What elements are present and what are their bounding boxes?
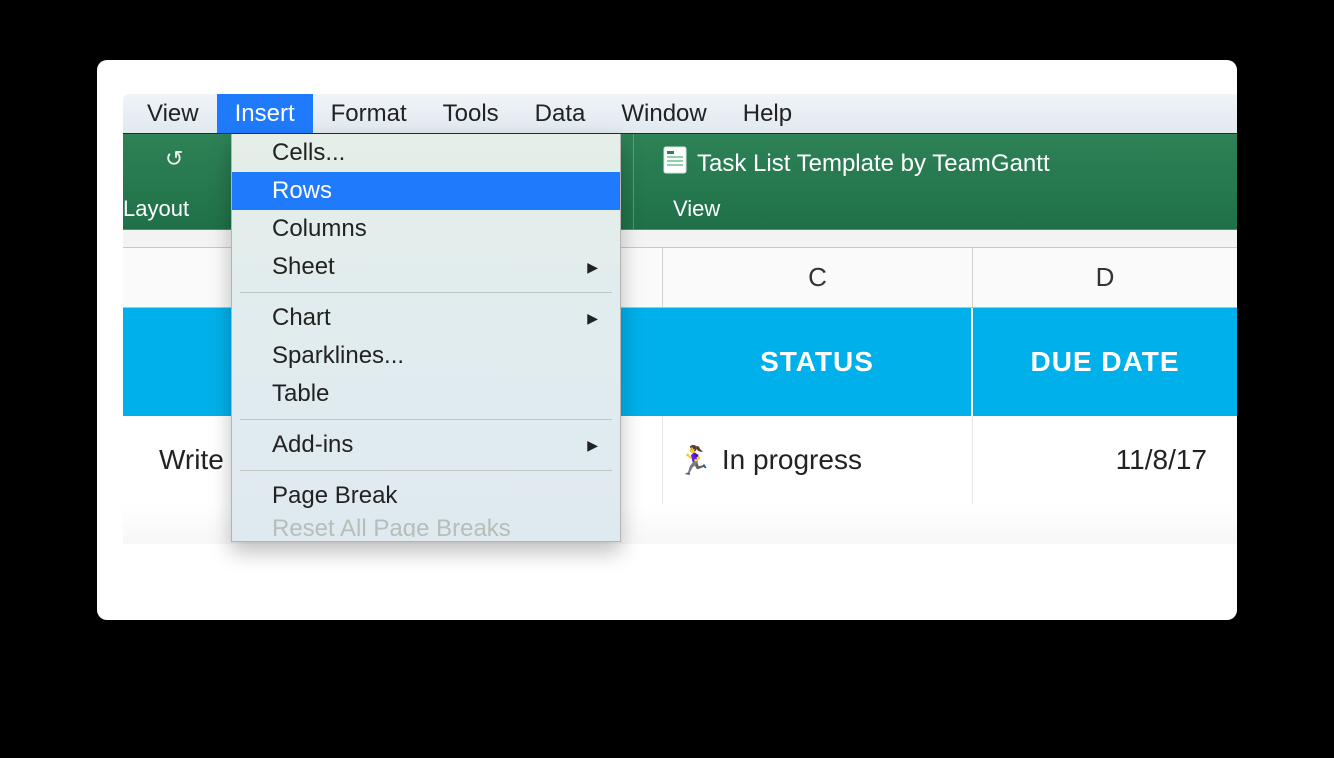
menu-item-sheet[interactable]: Sheet ▶: [232, 248, 620, 286]
menu-view[interactable]: View: [129, 94, 217, 133]
chevron-right-icon: ▶: [587, 259, 598, 276]
ribbon-separator: [633, 134, 634, 229]
insert-dropdown-menu: Cells... Rows Columns Sheet ▶ Chart ▶ Sp…: [231, 134, 621, 542]
chevron-right-icon: ▶: [587, 310, 598, 327]
menu-item-label: Rows: [272, 177, 332, 205]
menu-item-addins[interactable]: Add-ins ▶: [232, 426, 620, 464]
status-text: In progress: [722, 444, 862, 476]
chevron-right-icon: ▶: [587, 437, 598, 454]
menu-item-label: Table: [272, 380, 329, 408]
menu-item-label: Sparklines...: [272, 342, 404, 370]
table-header-status[interactable]: STATUS: [663, 308, 973, 416]
menu-item-label: Add-ins: [272, 431, 353, 459]
ribbon-tab-layout[interactable]: Layout: [123, 196, 189, 222]
excel-file-icon: [663, 146, 687, 181]
mac-menu-bar: View Insert Format Tools Data Window Hel…: [123, 94, 1237, 134]
menu-item-table[interactable]: Table: [232, 375, 620, 413]
menu-divider: [240, 470, 612, 471]
menu-tools[interactable]: Tools: [425, 94, 517, 133]
refresh-icon[interactable]: ↺: [165, 146, 183, 172]
column-header-d[interactable]: D: [973, 248, 1237, 307]
menu-item-label: Columns: [272, 215, 367, 243]
menu-divider: [240, 419, 612, 420]
menu-item-rows[interactable]: Rows: [232, 172, 620, 210]
cell-due-date[interactable]: 11/8/17: [973, 416, 1237, 504]
menu-data[interactable]: Data: [517, 94, 604, 133]
menu-format[interactable]: Format: [313, 94, 425, 133]
cell-status[interactable]: 🏃‍♀️ In progress: [663, 416, 973, 504]
menu-item-sparklines[interactable]: Sparklines...: [232, 337, 620, 375]
menu-item-chart[interactable]: Chart ▶: [232, 299, 620, 337]
menu-help[interactable]: Help: [725, 94, 810, 133]
app-window: View Insert Format Tools Data Window Hel…: [123, 94, 1237, 584]
table-header-due-date[interactable]: DUE DATE: [973, 308, 1237, 416]
menu-item-label: Page Break: [272, 482, 397, 510]
column-header-c[interactable]: C: [663, 248, 973, 307]
document-title: Task List Template by TeamGantt: [697, 150, 1050, 178]
menu-item-label: Cells...: [272, 139, 345, 167]
menu-insert[interactable]: Insert: [217, 94, 313, 133]
menu-item-label: Chart: [272, 304, 331, 332]
ribbon-tab-view[interactable]: View: [673, 196, 720, 222]
menu-item-columns[interactable]: Columns: [232, 210, 620, 248]
menu-item-page-break[interactable]: Page Break: [232, 477, 620, 515]
runner-icon: 🏃‍♀️: [677, 444, 712, 477]
menu-item-label: Sheet: [272, 253, 335, 281]
menu-item-reset-page-breaks[interactable]: Reset All Page Breaks: [232, 515, 620, 537]
menu-item-cells[interactable]: Cells...: [232, 134, 620, 172]
menu-divider: [240, 292, 612, 293]
screenshot-card: View Insert Format Tools Data Window Hel…: [97, 60, 1237, 620]
document-title-group: Task List Template by TeamGantt: [663, 146, 1050, 181]
menu-window[interactable]: Window: [603, 94, 724, 133]
